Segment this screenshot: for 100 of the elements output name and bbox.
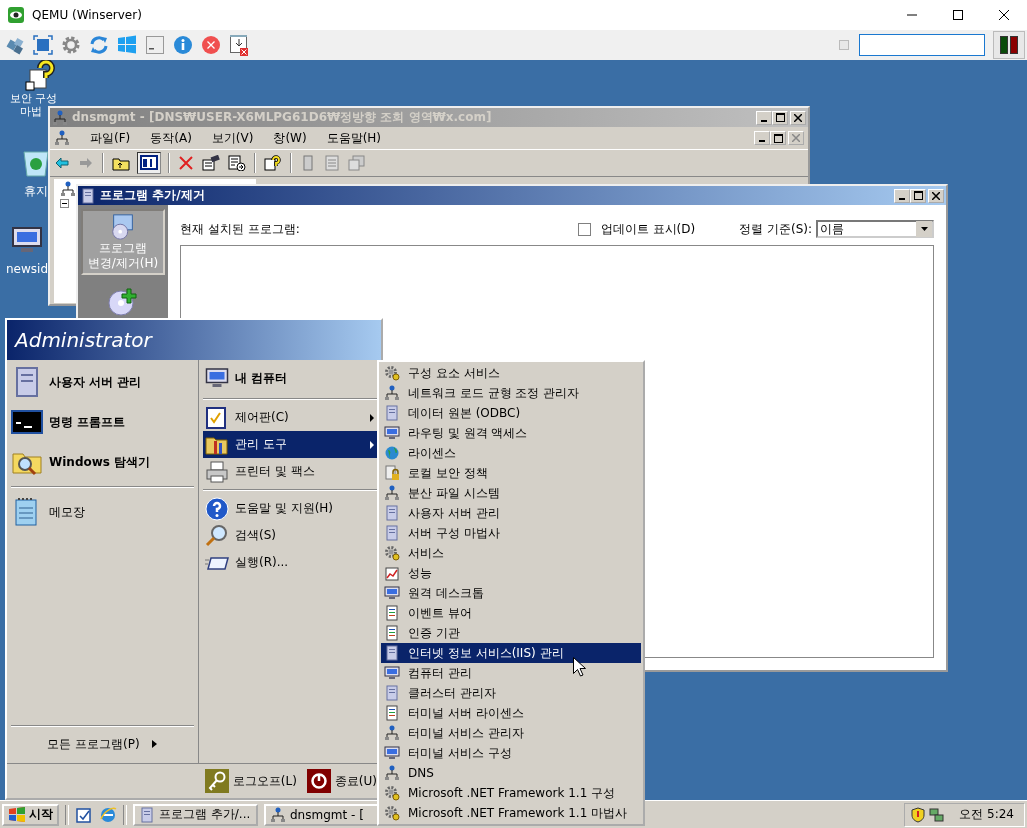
menu-item[interactable]: 이벤트 뷰어: [381, 603, 641, 623]
close-icon[interactable]: [201, 35, 221, 55]
shield-icon[interactable]: [911, 806, 926, 823]
network-connection-icon[interactable]: [929, 806, 946, 823]
network-icon: [384, 765, 400, 781]
window-download-icon[interactable]: [229, 34, 249, 56]
menu-item[interactable]: 도움말(H): [326, 129, 382, 147]
checkbox-label[interactable]: 업데이트 표시(D): [600, 220, 696, 238]
delete-icon[interactable]: [178, 155, 194, 171]
menu-item[interactable]: 보기(V): [211, 129, 254, 147]
start-menu-item[interactable]: 관리 도구: [203, 431, 379, 458]
start-menu-item[interactable]: 도움말 및 지원(H): [203, 495, 379, 522]
menu-item[interactable]: 라우팅 및 원격 액세스: [381, 423, 641, 443]
desktop-shortcut-icon[interactable]: [75, 805, 93, 824]
gear-icon: [384, 785, 400, 801]
submenu-arrow-icon: [370, 440, 375, 449]
menu-item[interactable]: 구성 요소 서비스: [381, 363, 641, 383]
close-button[interactable]: [928, 188, 944, 203]
menu-item[interactable]: 파일(F): [90, 129, 131, 147]
menu-item[interactable]: 터미널 서비스 구성: [381, 743, 641, 763]
start-menu-item[interactable]: 제어판(C): [203, 404, 379, 431]
menu-item[interactable]: 동작(A): [150, 129, 192, 147]
computer-icon: [384, 585, 400, 601]
start-menu-item[interactable]: 사용자 서버 관리: [11, 362, 194, 402]
properties-icon[interactable]: [202, 155, 220, 171]
all-programs-item[interactable]: 모든 프로그램(P): [11, 731, 194, 757]
info-icon[interactable]: [173, 35, 193, 55]
export-list-icon[interactable]: [228, 155, 246, 171]
close-icon: [932, 191, 940, 200]
maximize-button[interactable]: [770, 131, 786, 145]
settings-icon[interactable]: [61, 35, 81, 55]
log-off-button[interactable]: 로그오프(L): [204, 769, 297, 793]
start-menu-item[interactable]: 내 컴퓨터: [203, 362, 379, 394]
search-icon: [205, 523, 229, 548]
taskbar-button[interactable]: 프로그램 추가/...: [133, 803, 258, 826]
menu-item[interactable]: 인증 기관: [381, 623, 641, 643]
back-arrow-icon[interactable]: [54, 155, 70, 171]
menu-item[interactable]: Microsoft .NET Framework 1.1 구성: [381, 783, 641, 803]
menu-item[interactable]: 클러스터 관리자: [381, 683, 641, 703]
computer-icon: [205, 366, 229, 390]
start-button[interactable]: 시작: [2, 803, 59, 826]
sort-dropdown[interactable]: 이름: [816, 220, 934, 238]
window-title: QEMU (Winserver): [32, 8, 142, 22]
start-menu-item[interactable]: Windows 탐색기: [11, 442, 194, 482]
maximize-button[interactable]: [772, 110, 788, 125]
desktop-icon-label[interactable]: 휴지: [24, 184, 48, 198]
minimize-button[interactable]: [894, 188, 910, 203]
menu-item[interactable]: 사용자 서버 관리: [381, 503, 641, 523]
minimize-button[interactable]: [756, 110, 772, 125]
maximize-icon: [773, 133, 783, 143]
network-icon: [384, 485, 400, 501]
refresh-icon[interactable]: [89, 35, 109, 55]
clock[interactable]: 오전 5:24: [959, 806, 1014, 823]
close-button[interactable]: [790, 110, 806, 125]
browser-icon[interactable]: [99, 805, 117, 824]
network-icon: [52, 109, 68, 126]
input-field[interactable]: [859, 34, 985, 56]
network-icon[interactable]: [5, 35, 25, 55]
desktop-icon-label[interactable]: 마법: [20, 105, 42, 118]
windows-flag-icon: [8, 806, 26, 823]
document-icon: [384, 625, 400, 641]
close-icon: [792, 134, 800, 142]
desktop-icon-label[interactable]: newsid: [6, 262, 48, 276]
leds-button[interactable]: [993, 31, 1025, 59]
start-menu-item[interactable]: 검색(S): [203, 522, 379, 549]
menu-item[interactable]: 창(W): [273, 129, 307, 147]
computer-icon: [384, 665, 400, 681]
fullscreen-icon[interactable]: [33, 35, 53, 55]
menu-item[interactable]: 컴퓨터 관리: [381, 663, 641, 683]
menu-item[interactable]: 성능: [381, 563, 641, 583]
menu-item[interactable]: 서버 구성 마법사: [381, 523, 641, 543]
window-title: 프로그램 추가/제거: [100, 187, 206, 204]
menu-item[interactable]: 데이터 원본 (ODBC): [381, 403, 641, 423]
start-menu-item[interactable]: 명령 프롬프트: [11, 402, 194, 442]
help-document-icon[interactable]: [264, 155, 282, 171]
menu-item[interactable]: 분산 파일 시스템: [381, 483, 641, 503]
collapse-icon[interactable]: [60, 199, 69, 208]
start-menu-item[interactable]: 프린터 및 팩스: [203, 458, 379, 485]
menu-item[interactable]: 원격 데스크톱: [381, 583, 641, 603]
start-menu-item[interactable]: 실행(R)...: [203, 549, 379, 576]
start-menu-item[interactable]: 메모장: [11, 492, 194, 532]
computer-icon: [384, 745, 400, 761]
menu-item[interactable]: 로컬 보안 정책: [381, 463, 641, 483]
maximize-button[interactable]: [910, 188, 926, 203]
folder-up-icon[interactable]: [112, 155, 130, 171]
disc-install-icon[interactable]: [107, 285, 139, 317]
menu-item[interactable]: 라이센스: [381, 443, 641, 463]
panel-toggle-icon[interactable]: [138, 153, 160, 173]
menu-item[interactable]: 터미널 서비스 관리자: [381, 723, 641, 743]
minimize-button[interactable]: [754, 131, 770, 145]
checkbox[interactable]: [577, 222, 591, 236]
menu-item[interactable]: 인터넷 정보 서비스(IIS) 관리: [381, 643, 641, 663]
server-icon: [139, 806, 155, 823]
menu-item[interactable]: 서비스: [381, 543, 641, 563]
desktop-icon-label[interactable]: 보안 구성: [10, 92, 58, 105]
help-icon: [205, 496, 229, 521]
menu-item[interactable]: DNS: [381, 763, 641, 783]
menu-item[interactable]: 터미널 서버 라이센스: [381, 703, 641, 723]
shut-down-button[interactable]: 종료(U): [306, 769, 377, 793]
menu-item[interactable]: 네트워크 로드 균형 조정 관리자: [381, 383, 641, 403]
